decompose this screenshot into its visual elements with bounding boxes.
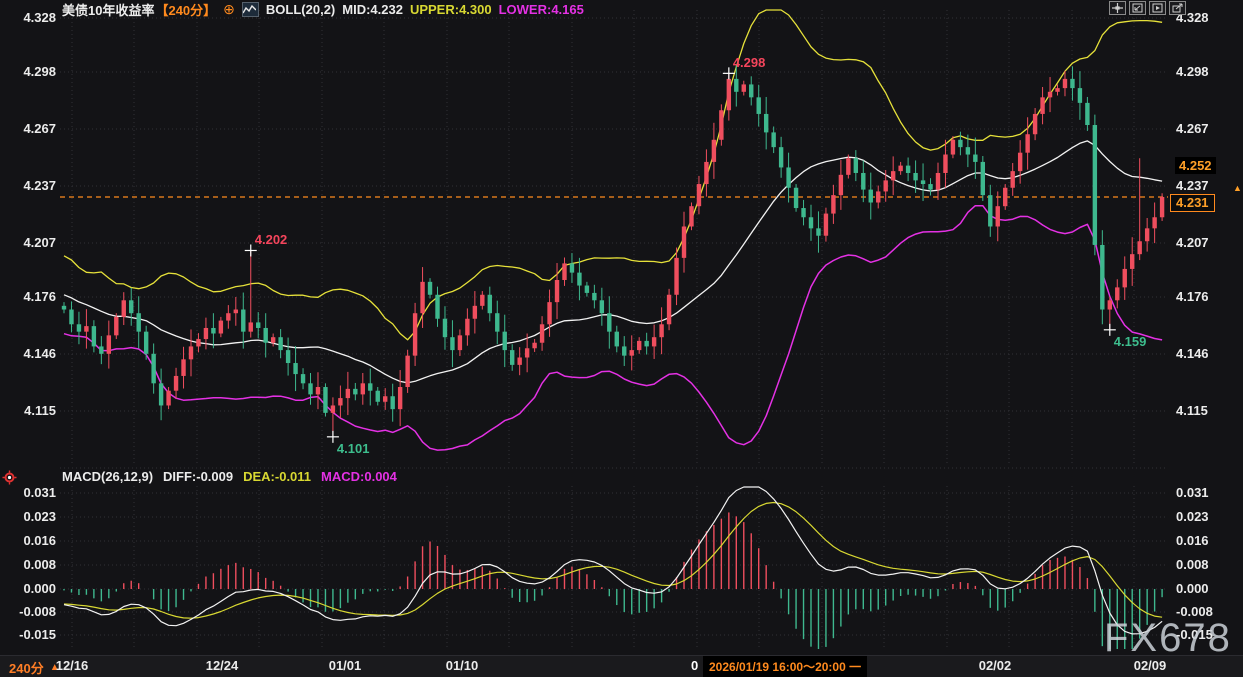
clipped-date-label: 0 <box>691 658 698 673</box>
price-axis-label: 4.207 <box>1176 235 1209 250</box>
macd-axis-label: 0.000 <box>1176 581 1209 596</box>
time-axis-bar <box>0 655 1243 677</box>
session-high-badge: 4.252 <box>1175 157 1216 174</box>
price-up-arrow-icon: ▲ <box>1233 183 1242 193</box>
macd-axis-label: 0.023 <box>1176 509 1209 524</box>
fx678-watermark: FX678 <box>1104 616 1232 661</box>
macd-axis-label: -0.008 <box>6 604 56 619</box>
date-axis-label: 12/24 <box>206 658 239 673</box>
selected-candle-datetime-tooltip: 2026/01/19 16:00～20:00 一 <box>703 656 867 677</box>
price-axis-label: 4.146 <box>1176 346 1209 361</box>
frame-arrow-out-icon[interactable] <box>1169 1 1186 15</box>
price-extreme-annotation: 4.202 <box>255 232 288 247</box>
timeframe-bracket: 【240分】 <box>155 3 216 18</box>
circle-plus-icon[interactable]: ⊕ <box>223 1 235 18</box>
macd-axis-label: -0.015 <box>6 627 56 642</box>
symbol-name: 美债10年收益率 <box>62 3 154 18</box>
price-axis-label: 4.237 <box>6 178 56 193</box>
price-axis-label: 4.328 <box>6 10 56 25</box>
timeframe-selector[interactable]: 240分 ▲ <box>9 658 60 677</box>
boll-upper-value: UPPER:4.300 <box>410 2 492 17</box>
price-axis-label: 4.176 <box>1176 289 1209 304</box>
chart-canvas[interactable] <box>0 0 1243 677</box>
macd-params-label: MACD(26,12,9) <box>62 469 153 484</box>
macd-axis-label: 0.016 <box>6 533 56 548</box>
timeframe-label: 240分 <box>9 658 44 677</box>
last-price-badge: 4.231 <box>1170 194 1215 212</box>
macd-axis-label: 0.016 <box>1176 533 1209 548</box>
price-axis-label: 4.267 <box>1176 121 1209 136</box>
macd-axis-label: 0.023 <box>6 509 56 524</box>
price-axis-label: 4.298 <box>6 64 56 79</box>
crosshair-icon[interactable] <box>1109 1 1126 15</box>
trading-chart-window: 美债10年收益率【240分】 ⊕ BOLL(20,2) MID:4.232 UP… <box>0 0 1243 677</box>
date-axis-label: 01/01 <box>329 658 362 673</box>
macd-dea-value: DEA:-0.011 <box>243 469 311 484</box>
price-axis-label: 4.237 <box>1176 178 1209 193</box>
price-extreme-annotation: 4.298 <box>733 55 766 70</box>
macd-macd-value: MACD:0.004 <box>321 469 397 484</box>
macd-axis-label: 0.031 <box>1176 485 1209 500</box>
macd-diff-value: DIFF:-0.009 <box>163 469 233 484</box>
price-axis-label: 4.176 <box>6 289 56 304</box>
price-axis-label: 4.267 <box>6 121 56 136</box>
chart-header: 美债10年收益率【240分】 ⊕ BOLL(20,2) MID:4.232 UP… <box>62 0 584 18</box>
date-axis-label: 12/16 <box>56 658 89 673</box>
price-axis-label: 4.207 <box>6 235 56 250</box>
boll-indicator-icon[interactable] <box>242 2 259 17</box>
price-extreme-annotation: 4.159 <box>1114 334 1147 349</box>
price-axis-label: 4.115 <box>1176 403 1208 418</box>
boll-mid-value: MID:4.232 <box>342 2 403 17</box>
price-axis-label: 4.115 <box>6 403 56 418</box>
macd-axis-label: 0.008 <box>1176 557 1209 572</box>
boll-params-label: BOLL(20,2) <box>266 2 335 17</box>
date-axis-label: 01/10 <box>446 658 479 673</box>
boll-lower-value: LOWER:4.165 <box>499 2 584 17</box>
macd-header: MACD(26,12,9) DIFF:-0.009 DEA:-0.011 MAC… <box>62 469 397 484</box>
page-title: 美债10年收益率【240分】 <box>62 0 216 19</box>
chart-toolbar <box>1109 1 1186 15</box>
macd-axis-label: 0.000 <box>6 581 56 596</box>
frame-play-icon[interactable] <box>1149 1 1166 15</box>
frame-arrow-left-icon[interactable] <box>1129 1 1146 15</box>
macd-axis-label: 0.008 <box>6 557 56 572</box>
macd-settings-icon[interactable] <box>2 470 17 490</box>
price-extreme-annotation: 4.101 <box>337 441 370 456</box>
price-axis-label: 4.146 <box>6 346 56 361</box>
date-axis-label: 02/02 <box>979 658 1012 673</box>
price-axis-label: 4.298 <box>1176 64 1209 79</box>
